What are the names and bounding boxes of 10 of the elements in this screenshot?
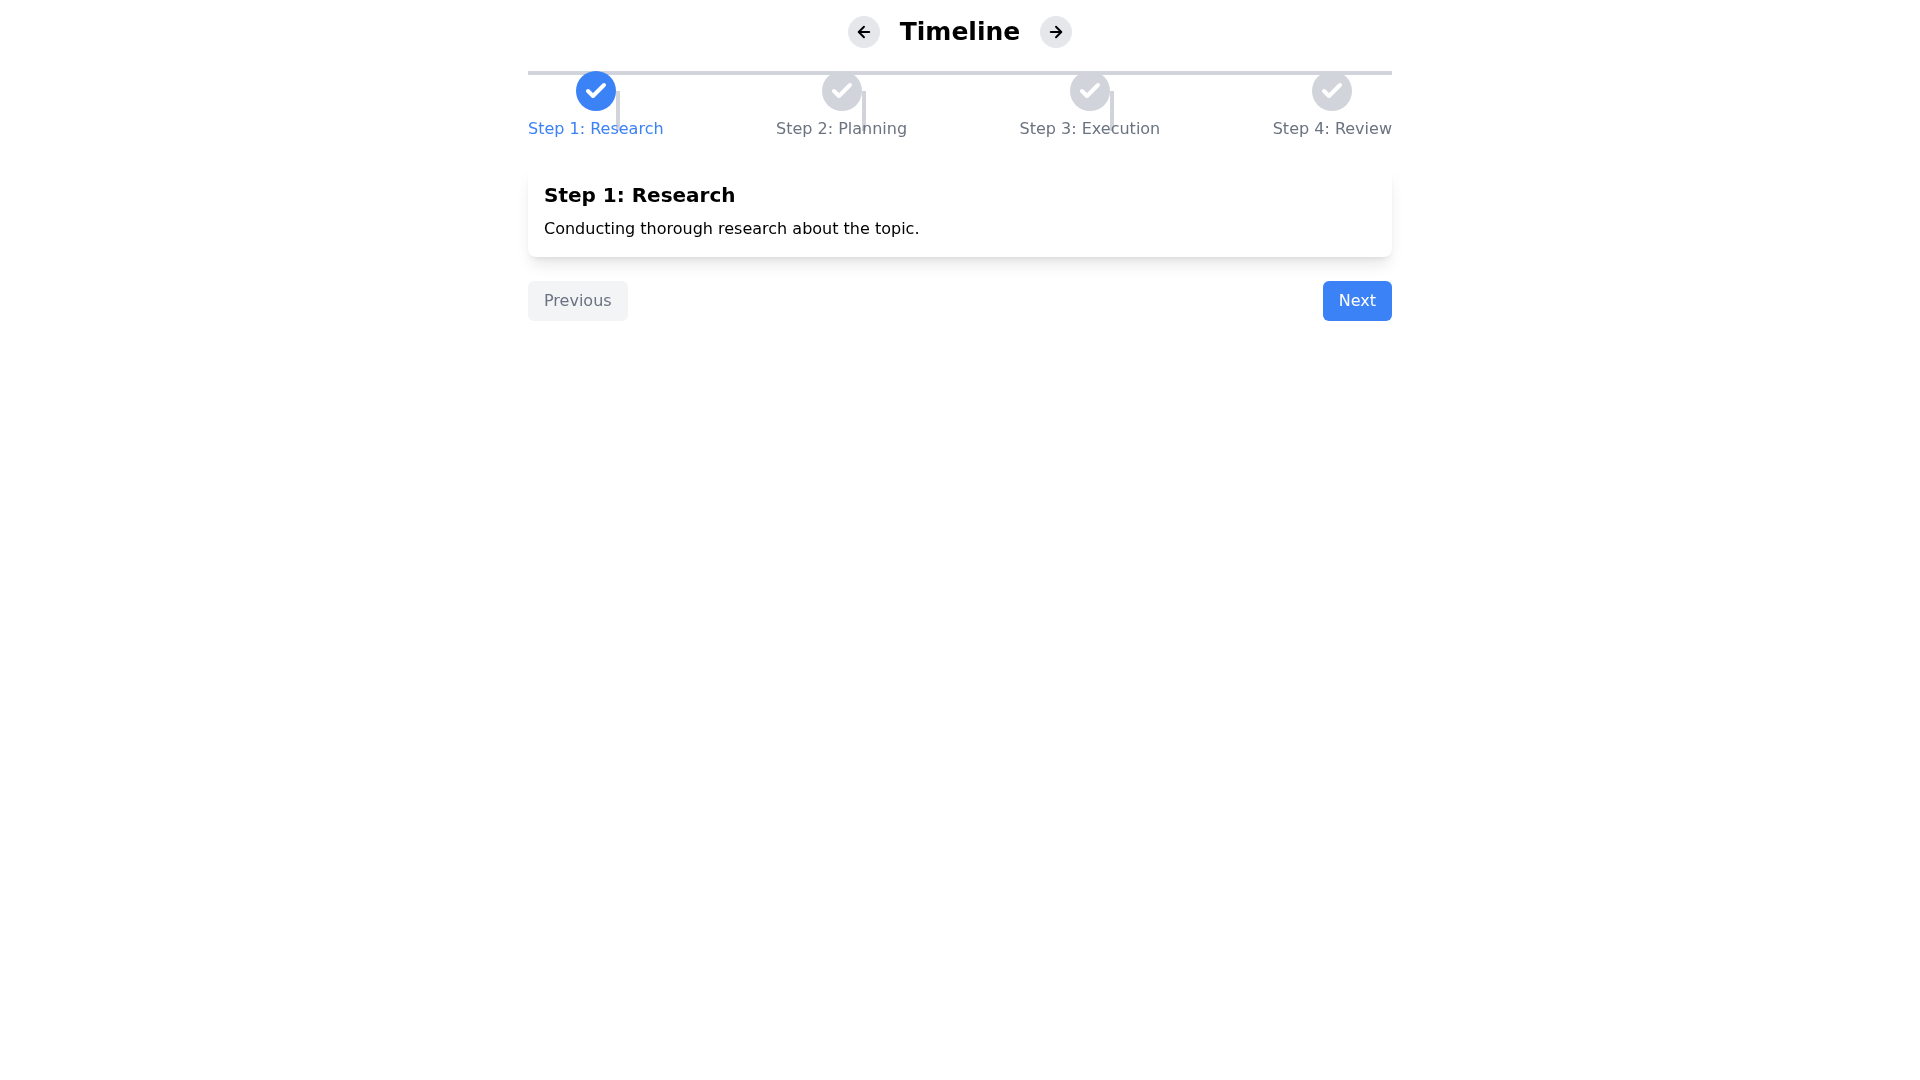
card-description: Conducting thorough research about the topic. (544, 218, 921, 240)
back-button[interactable] (847, 16, 880, 48)
next-button[interactable]: Next (1322, 281, 1392, 321)
step-tab[interactable]: Step 2: Planning (776, 71, 908, 141)
step-tab[interactable]: Step 4: Review (1272, 71, 1392, 141)
step-tab[interactable]: Step 1: Research (528, 71, 664, 141)
page-title: Timeline (898, 16, 1022, 49)
step-tab[interactable]: Step 3: Execution (1019, 71, 1161, 141)
card-title: Step 1: Research (544, 183, 737, 207)
forward-button[interactable] (1040, 16, 1073, 48)
